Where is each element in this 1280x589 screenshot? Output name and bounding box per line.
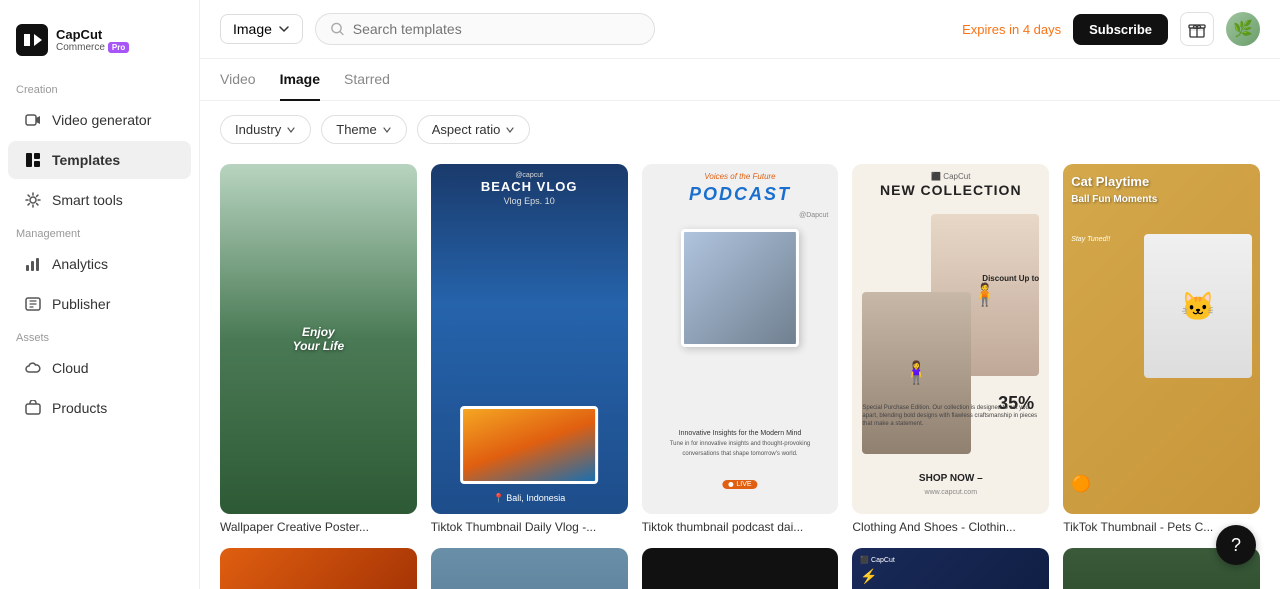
- template-grid: EnjoyYour Life Wallpaper Creative Poster…: [220, 164, 1260, 589]
- publisher-label: Publisher: [52, 296, 110, 312]
- logo-sub-text: Commerce Pro: [56, 42, 129, 53]
- help-icon: ?: [1231, 535, 1241, 556]
- video-generator-label: Video generator: [52, 112, 151, 128]
- sidebar-item-publisher[interactable]: Publisher: [8, 285, 191, 323]
- subscribe-button[interactable]: Subscribe: [1073, 14, 1168, 45]
- template-card-2[interactable]: @capcut BEACH VLOG Vlog Eps. 10 📍Bali, I…: [431, 164, 628, 534]
- pro-badge: Pro: [108, 42, 129, 53]
- sidebar-item-smart-tools[interactable]: Smart tools: [8, 181, 191, 219]
- sidebar-item-products[interactable]: Products: [8, 389, 191, 427]
- filters: Industry Theme Aspect ratio: [200, 101, 1280, 154]
- management-section-label: Management: [0, 220, 199, 244]
- gift-icon: [1188, 20, 1206, 38]
- template-label-1: Wallpaper Creative Poster...: [220, 520, 417, 534]
- expires-text: Expires in 4 days: [962, 22, 1061, 37]
- search-input[interactable]: [353, 21, 640, 37]
- template-card-5[interactable]: Cat PlaytimeBall Fun Moments Stay Tuned!…: [1063, 164, 1260, 534]
- sidebar: CapCut Commerce Pro Creation Video gener…: [0, 0, 200, 589]
- sidebar-item-cloud[interactable]: Cloud: [8, 349, 191, 387]
- template-card-7[interactable]: [431, 548, 628, 589]
- type-select-value: Image: [233, 21, 272, 37]
- filter-aspect-ratio-label: Aspect ratio: [432, 122, 501, 137]
- template-label-2: Tiktok Thumbnail Daily Vlog -...: [431, 520, 628, 534]
- filter-theme[interactable]: Theme: [321, 115, 406, 144]
- template-card-8[interactable]: everything... everything...: [642, 548, 839, 589]
- filter-aspect-ratio[interactable]: Aspect ratio: [417, 115, 531, 144]
- chevron-down-icon: [286, 125, 296, 135]
- template-label-3: Tiktok thumbnail podcast dai...: [642, 520, 839, 534]
- tabs: Video Image Starred: [200, 59, 1280, 101]
- video-generator-icon: [24, 111, 42, 129]
- templates-icon: [24, 151, 42, 169]
- template-card-9[interactable]: ⬛ CapCut ⚡: [852, 548, 1049, 589]
- type-select[interactable]: Image: [220, 14, 303, 44]
- chevron-down-icon: [278, 23, 290, 35]
- search-icon: [330, 21, 345, 37]
- analytics-icon: [24, 255, 42, 273]
- tab-image[interactable]: Image: [280, 59, 320, 101]
- template-grid-area: EnjoyYour Life Wallpaper Creative Poster…: [200, 154, 1280, 589]
- chevron-down-icon: [382, 125, 392, 135]
- tab-starred[interactable]: Starred: [344, 59, 390, 101]
- header: Image Expires in 4 days Subscribe 🌿: [200, 0, 1280, 59]
- template-card-3[interactable]: Voices of the Future PODCAST @Dapcut Inn…: [642, 164, 839, 534]
- header-right: Expires in 4 days Subscribe 🌿: [962, 12, 1260, 46]
- products-icon: [24, 399, 42, 417]
- filter-industry-label: Industry: [235, 122, 281, 137]
- help-button[interactable]: ?: [1216, 525, 1256, 565]
- template-label-4: Clothing And Shoes - Clothin...: [852, 520, 1049, 534]
- main-content: Image Expires in 4 days Subscribe 🌿: [200, 0, 1280, 589]
- smart-tools-label: Smart tools: [52, 192, 123, 208]
- creation-section-label: Creation: [0, 76, 199, 100]
- sidebar-item-analytics[interactable]: Analytics: [8, 245, 191, 283]
- logo-main-text: CapCut: [56, 27, 129, 42]
- cloud-icon: [24, 359, 42, 377]
- smart-tools-icon: [24, 191, 42, 209]
- tab-video[interactable]: Video: [220, 59, 256, 101]
- filter-theme-label: Theme: [336, 122, 376, 137]
- search-bar: [315, 13, 655, 45]
- sidebar-item-video-generator[interactable]: Video generator: [8, 101, 191, 139]
- chevron-down-icon: [505, 125, 515, 135]
- assets-section-label: Assets: [0, 324, 199, 348]
- logo: CapCut Commerce Pro: [0, 16, 199, 76]
- publisher-icon: [24, 295, 42, 313]
- gift-button[interactable]: [1180, 12, 1214, 46]
- products-label: Products: [52, 400, 107, 416]
- template-card-4[interactable]: ⬛ CapCut NEW COLLECTION 🧍 🧍‍♀️ Discount …: [852, 164, 1049, 534]
- templates-label: Templates: [52, 152, 120, 168]
- analytics-label: Analytics: [52, 256, 108, 272]
- avatar[interactable]: 🌿: [1226, 12, 1260, 46]
- template-card-6[interactable]: CAT NAPS Cat Naps: [220, 548, 417, 589]
- filter-industry[interactable]: Industry: [220, 115, 311, 144]
- sidebar-item-templates[interactable]: Templates: [8, 141, 191, 179]
- capcut-logo-icon: [16, 24, 48, 56]
- cloud-label: Cloud: [52, 360, 89, 376]
- template-card-1[interactable]: EnjoyYour Life Wallpaper Creative Poster…: [220, 164, 417, 534]
